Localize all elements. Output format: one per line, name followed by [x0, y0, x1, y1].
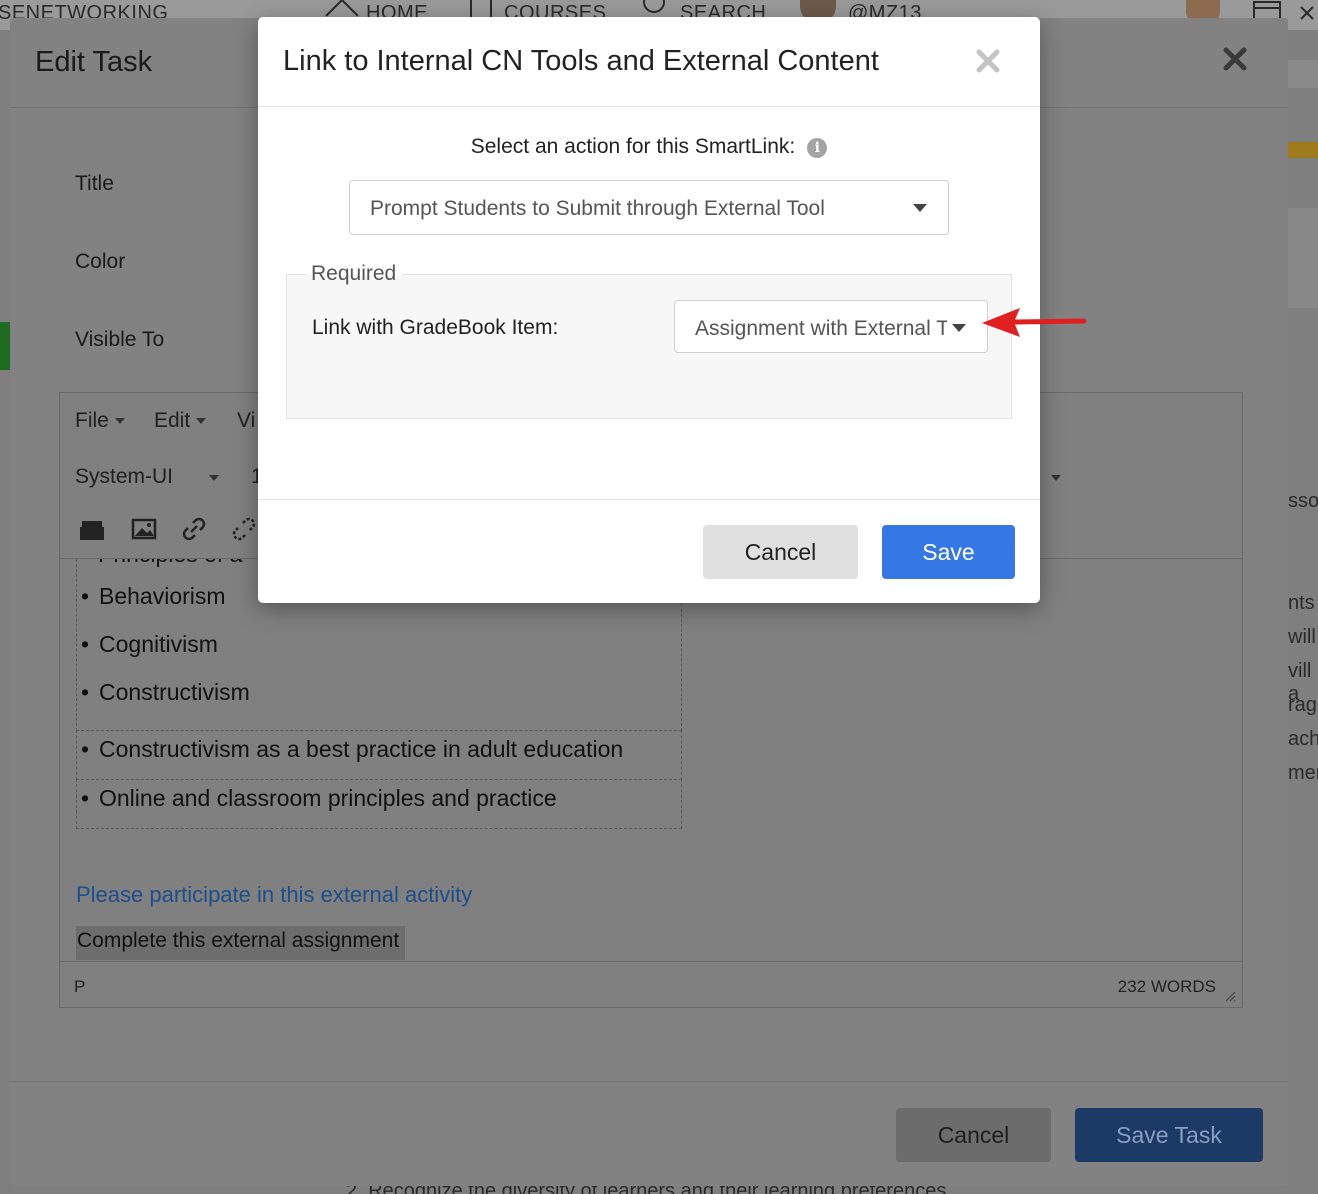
- unlink-icon[interactable]: [230, 515, 258, 543]
- list-item: Constructivism: [81, 679, 250, 706]
- list-item: Constructivism as a best practice in adu…: [81, 736, 623, 763]
- bg-fragment: ach: [1288, 728, 1318, 750]
- bg-fragment: mer: [1288, 762, 1318, 784]
- bg-yellow-bar: [1288, 142, 1318, 158]
- menu-edit[interactable]: Edit: [154, 409, 207, 433]
- required-legend: Required: [307, 262, 403, 286]
- chevron-down-icon: [913, 204, 927, 212]
- file-manager-icon[interactable]: [78, 515, 106, 543]
- bg-fragment: rag: [1288, 694, 1317, 716]
- menu-file[interactable]: File: [75, 409, 125, 433]
- cancel-button[interactable]: Cancel: [703, 525, 858, 579]
- edit-task-footer: Cancel Save Task: [10, 1081, 1288, 1186]
- search-icon: [643, 0, 665, 13]
- chevron-down-icon: [209, 475, 219, 481]
- action-select[interactable]: Prompt Students to Submit through Extern…: [349, 180, 949, 235]
- required-fieldset: Required Link with GradeBook Item: Assig…: [286, 262, 1012, 419]
- home-icon: [325, 0, 359, 17]
- smartlink-prompt-text: Select an action for this SmartLink:: [470, 135, 796, 158]
- visible-to-label: Visible To: [75, 328, 165, 351]
- bullet-group: Online and classroom principles and prac…: [76, 779, 682, 829]
- color-label: Color: [75, 250, 126, 273]
- chevron-down-icon: [114, 418, 125, 425]
- bg-fragment: nts: [1288, 592, 1315, 614]
- editor-statusbar: P 232 WORDS: [60, 961, 1242, 1008]
- bullet-group: Constructivism as a best practice in adu…: [76, 730, 682, 780]
- chevron-down-icon: [196, 418, 207, 425]
- smartlink-header: Link to Internal CN Tools and External C…: [258, 17, 1040, 107]
- bg-fragment: sso: [1288, 490, 1318, 512]
- smartlink-footer: Cancel Save: [258, 499, 1040, 603]
- title-label: Title: [75, 172, 114, 195]
- save-button[interactable]: Save: [882, 525, 1015, 579]
- bg-fragment: will: [1288, 626, 1316, 648]
- smartlink-modal: Link to Internal CN Tools and External C…: [258, 17, 1040, 603]
- edit-task-title: Edit Task: [35, 46, 153, 78]
- highlighted-text: Complete this external assignment: [76, 926, 406, 960]
- bg-right-panel: [1288, 208, 1318, 308]
- menu-view[interactable]: Vi: [237, 409, 255, 433]
- list-item: Online and classroom principles and prac…: [81, 785, 557, 812]
- edit-task-cancel-button[interactable]: Cancel: [896, 1108, 1051, 1162]
- resize-handle-icon[interactable]: [1224, 990, 1236, 1002]
- chevron-down-icon: [1051, 475, 1061, 481]
- action-select-value: Prompt Students to Submit through Extern…: [370, 197, 825, 220]
- font-family-select[interactable]: System-UI: [75, 465, 173, 489]
- edit-task-close-icon[interactable]: [1220, 44, 1250, 74]
- editor-content[interactable]: Principles of a Behaviorism Cognitivism …: [60, 559, 1242, 961]
- word-count: 232 WORDS: [1117, 977, 1216, 996]
- red-arrow-icon: [982, 308, 1087, 337]
- bg-green-strip: [0, 322, 10, 370]
- bg-right-strip: [1288, 60, 1318, 88]
- list-item: Cognitivism: [81, 631, 218, 658]
- close-icon[interactable]: [974, 47, 1002, 75]
- gradebook-label: Link with GradeBook Item:: [312, 316, 559, 339]
- link-icon[interactable]: [180, 515, 208, 543]
- save-task-button[interactable]: Save Task: [1075, 1108, 1263, 1162]
- chevron-down-icon: [952, 324, 966, 332]
- smartlink-title: Link to Internal CN Tools and External C…: [283, 45, 879, 77]
- gradebook-item-select[interactable]: Assignment with External Tool: [674, 300, 988, 353]
- element-path[interactable]: P: [74, 977, 85, 997]
- gradebook-select-value: Assignment with External Tool: [695, 317, 947, 340]
- close-icon: [1300, 6, 1314, 20]
- list-item: Behaviorism: [81, 583, 225, 610]
- smartlink-prompt: Select an action for this SmartLink: i: [258, 135, 1040, 159]
- external-activity-link[interactable]: Please participate in this external acti…: [76, 882, 472, 908]
- info-icon[interactable]: i: [807, 138, 828, 158]
- image-icon[interactable]: [130, 515, 158, 543]
